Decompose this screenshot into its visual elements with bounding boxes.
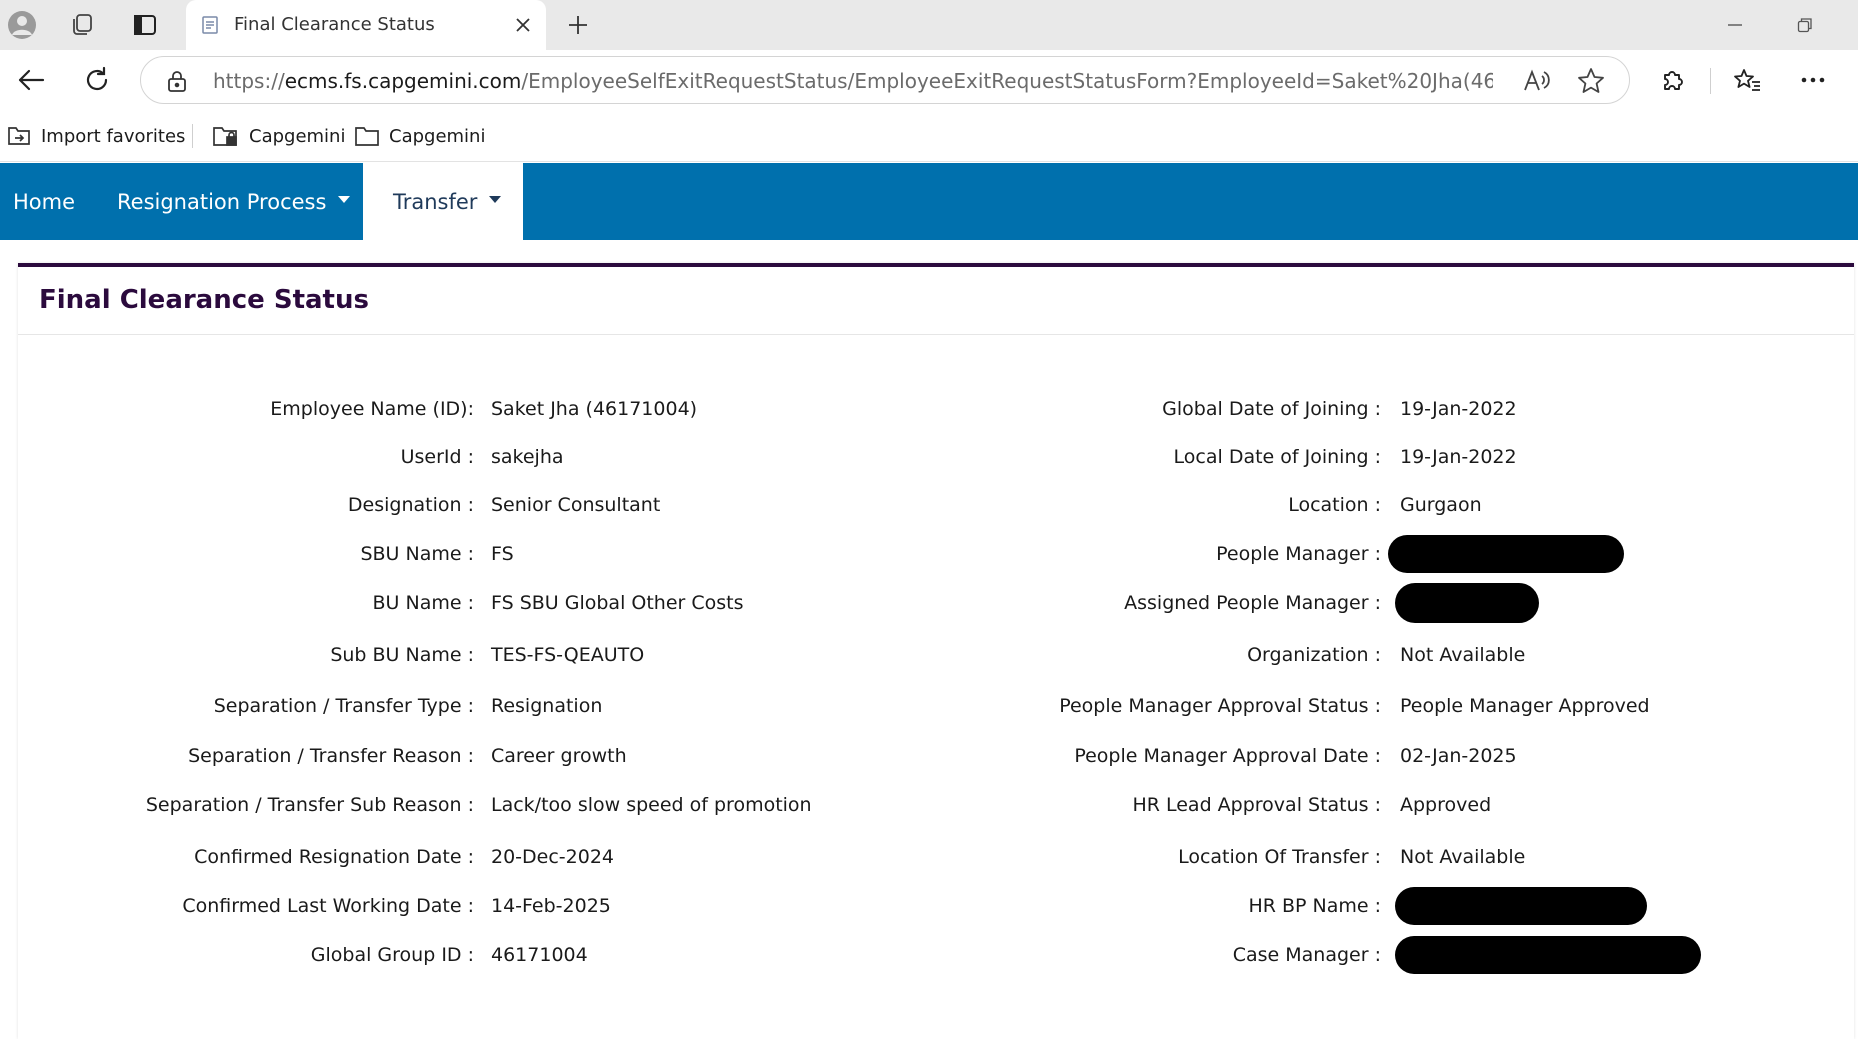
field-label: Organization : <box>1247 644 1381 666</box>
dropdown-caret-icon <box>489 196 502 203</box>
vertical-tabs-icon[interactable] <box>125 8 165 42</box>
url-prefix: https:// <box>213 69 285 93</box>
folder-icon <box>355 127 379 146</box>
site-navbar: Home Resignation Process Transfer <box>0 163 1858 240</box>
nav-transfer-label: Transfer <box>393 189 478 214</box>
card-header: Final Clearance Status <box>18 267 1854 335</box>
favorites-bar: Import favorites Capgemini Capgemini <box>0 110 1858 162</box>
right-field-row: People Manager Approval Date : 02-Jan-202… <box>18 741 1854 771</box>
nav-resignation-label: Resignation Process <box>117 189 327 214</box>
url-host: ecms.fs.capgemini.com <box>284 69 522 93</box>
nav-resignation-process[interactable]: Resignation Process <box>117 163 351 240</box>
field-label: Local Date of Joining : <box>1173 446 1381 468</box>
more-options-icon[interactable] <box>1792 60 1834 100</box>
field-label: People Manager Approval Date : <box>1074 745 1381 767</box>
right-field-row: People Manager : <box>18 535 1854 573</box>
nav-home[interactable]: Home <box>13 163 75 240</box>
back-icon[interactable] <box>10 60 52 100</box>
field-label: Assigned People Manager : <box>1124 592 1381 614</box>
extensions-icon[interactable] <box>1652 60 1694 100</box>
workspaces-icon[interactable] <box>62 8 102 42</box>
page-favicon-icon <box>200 15 220 35</box>
import-favorites-button[interactable]: Import favorites <box>6 120 185 152</box>
import-icon <box>8 127 30 145</box>
minimize-icon[interactable] <box>1712 10 1758 40</box>
field-value: 19-Jan-2022 <box>1400 446 1517 468</box>
redacted-value <box>1395 936 1701 974</box>
field-value: 02-Jan-2025 <box>1400 745 1517 767</box>
field-label: HR Lead Approval Status : <box>1132 794 1381 816</box>
favorites-divider <box>192 124 193 148</box>
close-tab-icon[interactable] <box>510 12 536 38</box>
dropdown-caret-icon <box>338 196 351 203</box>
redacted-value <box>1388 535 1624 573</box>
field-label: Location Of Transfer : <box>1178 846 1381 868</box>
import-favorites-label: Import favorites <box>41 125 186 147</box>
folder-lock-icon <box>213 127 237 146</box>
toolbar-divider <box>1710 68 1711 94</box>
right-field-row: HR Lead Approval Status : Approved <box>18 790 1854 820</box>
field-label: People Manager : <box>1216 543 1381 565</box>
field-label: Location : <box>1288 494 1381 516</box>
tab-title: Final Clearance Status <box>234 14 435 35</box>
favorite-folder-label: Capgemini <box>389 125 486 147</box>
nav-transfer[interactable]: Transfer <box>363 163 523 240</box>
right-field-row: Location Of Transfer : Not Available <box>18 842 1854 872</box>
favorite-folder-capgemini-1[interactable]: Capgemini <box>212 120 345 152</box>
profile-avatar-icon[interactable] <box>2 8 42 42</box>
right-field-row: HR BP Name : <box>18 887 1854 925</box>
address-bar[interactable]: https://ecms.fs.capgemini.com/EmployeeSe… <box>140 56 1630 104</box>
page-title: Final Clearance Status <box>39 285 369 315</box>
right-field-row: Organization : Not Available <box>18 640 1854 670</box>
field-value: 19-Jan-2022 <box>1400 398 1517 420</box>
favorites-icon[interactable] <box>1726 60 1768 100</box>
restore-icon[interactable] <box>1782 10 1828 40</box>
field-value: Gurgaon <box>1400 494 1482 516</box>
url-text[interactable]: https://ecms.fs.capgemini.com/EmployeeSe… <box>213 69 1493 93</box>
favorite-folder-capgemini-2[interactable]: Capgemini <box>354 120 485 152</box>
favorite-star-icon[interactable] <box>1576 66 1606 96</box>
right-field-row: Global Date of Joining : 19-Jan-2022 <box>18 394 1854 424</box>
field-label: HR BP Name : <box>1248 895 1381 917</box>
field-label: People Manager Approval Status : <box>1059 695 1381 717</box>
tab-strip: Final Clearance Status <box>0 0 1858 50</box>
right-field-row: People Manager Approval Status : People M… <box>18 691 1854 721</box>
redacted-value <box>1395 583 1539 623</box>
right-field-row: Case Manager : <box>18 936 1854 974</box>
active-tab[interactable]: Final Clearance Status <box>186 0 546 50</box>
new-tab-icon[interactable] <box>560 8 596 42</box>
refresh-icon[interactable] <box>76 60 118 100</box>
clearance-status-card: Final Clearance Status Employee Name (ID… <box>18 263 1854 1039</box>
field-label: Case Manager : <box>1232 944 1381 966</box>
field-value: Approved <box>1400 794 1492 816</box>
read-aloud-icon[interactable] <box>1521 66 1551 96</box>
field-label: Global Date of Joining : <box>1162 398 1381 420</box>
right-field-row: Assigned People Manager : <box>18 583 1854 623</box>
lock-icon[interactable] <box>165 69 189 93</box>
right-field-row: Location : Gurgaon <box>18 490 1854 520</box>
field-value: Not Available <box>1400 846 1526 868</box>
right-field-row: Local Date of Joining : 19-Jan-2022 <box>18 442 1854 472</box>
favorite-folder-label: Capgemini <box>249 125 346 147</box>
browser-toolbar: https://ecms.fs.capgemini.com/EmployeeSe… <box>0 50 1858 110</box>
field-value: Not Available <box>1400 644 1526 666</box>
field-value: People Manager Approved <box>1400 695 1650 717</box>
redacted-value <box>1395 887 1647 925</box>
url-path: /EmployeeSelfExitRequestStatus/EmployeeE… <box>521 69 1493 93</box>
